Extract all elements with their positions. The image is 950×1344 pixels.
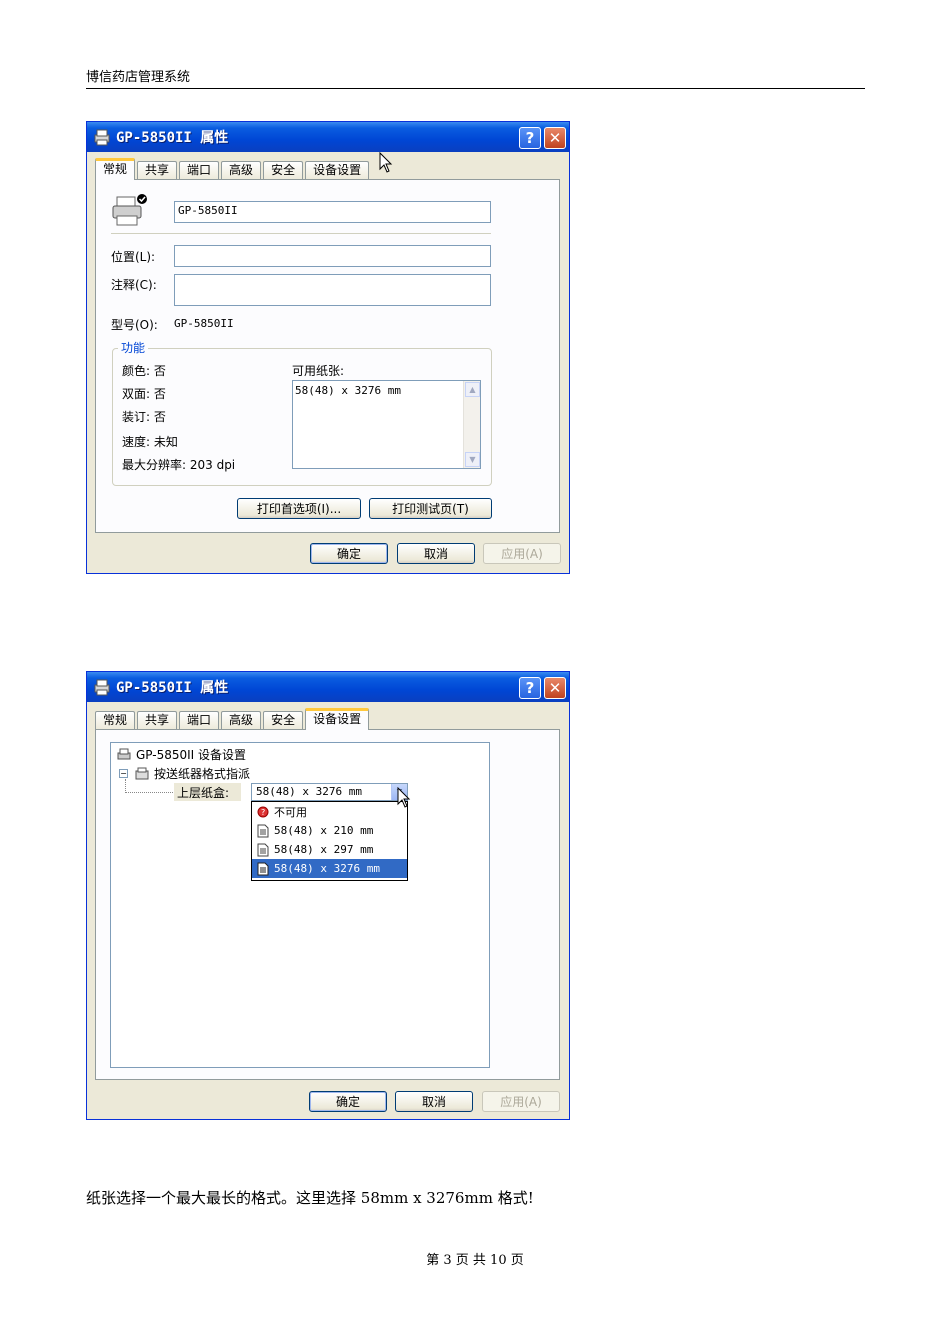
body-paragraph: 纸张选择一个最大最长的格式。这里选择 58mm x 3276mm 格式! — [86, 1189, 534, 1207]
comment-field[interactable] — [174, 274, 491, 306]
paper-listbox[interactable]: 58(48) x 3276 mm ▲ ▼ — [292, 380, 481, 469]
unavailable-icon: ? — [257, 806, 269, 817]
paper-label: 可用纸张: — [292, 364, 345, 378]
printer-properties-window-general: GP-5850II 属性 ? ✕ 常规 共享 端口 高级 安全 设备设置 GP-… — [86, 121, 570, 574]
option-58x3276[interactable]: 58(48) x 3276 mm — [252, 859, 407, 878]
tab-general[interactable]: 常规 — [95, 158, 136, 180]
option-58x297[interactable]: 58(48) x 297 mm — [252, 840, 407, 859]
device-settings-panel: GP-5850II 设备设置 − 按送纸器格式指派 上层纸盒: 58(48) x… — [95, 729, 560, 1080]
tab-device-settings[interactable]: 设备设置 — [305, 161, 370, 180]
document-icon — [257, 862, 269, 875]
printer-icon — [94, 679, 110, 696]
ok-button[interactable]: 确定 — [309, 1091, 387, 1112]
tab-security[interactable]: 安全 — [263, 711, 304, 730]
apply-button[interactable]: 应用(A) — [482, 1091, 560, 1112]
tab-strip: 常规 共享 端口 高级 安全 设备设置 — [95, 158, 371, 180]
ok-button[interactable]: 确定 — [310, 543, 388, 564]
window-title: GP-5850II 属性 — [116, 130, 229, 146]
tab-sharing[interactable]: 共享 — [137, 161, 178, 180]
help-button[interactable]: ? — [519, 127, 541, 149]
location-label: 位置(L): — [111, 250, 156, 264]
document-header: 博信药店管理系统 — [86, 70, 865, 89]
tray-label: 上层纸盒: — [174, 783, 242, 801]
printing-preferences-button[interactable]: 打印首选项(I)... — [237, 498, 361, 519]
tab-advanced[interactable]: 高级 — [221, 711, 262, 730]
option-unavailable[interactable]: ? 不可用 — [252, 802, 407, 821]
printer-name-field[interactable]: GP-5850II — [174, 201, 491, 223]
tree-node-tray-assignment[interactable]: − 按送纸器格式指派 — [119, 765, 250, 782]
features-title: 功能 — [118, 339, 149, 356]
tree-root[interactable]: GP-5850II 设备设置 — [116, 746, 246, 763]
document-icon — [257, 843, 269, 856]
general-tab-panel: GP-5850II 位置(L): 注释(C): 型号(O): GP-5850II… — [95, 179, 560, 533]
feature-staple: 装订: 否 — [122, 410, 166, 424]
model-label: 型号(O): — [111, 318, 158, 332]
tray-combo[interactable]: 58(48) x 3276 mm ▼ — [251, 783, 408, 801]
tab-ports[interactable]: 端口 — [179, 161, 220, 180]
cancel-button[interactable]: 取消 — [395, 1091, 473, 1112]
tab-security[interactable]: 安全 — [263, 161, 304, 180]
tab-ports[interactable]: 端口 — [179, 711, 220, 730]
printer-properties-window-device-settings: GP-5850II 属性 ? ✕ 常规 共享 端口 高级 安全 设备设置 GP-… — [86, 671, 570, 1120]
printer-settings-icon — [117, 748, 131, 759]
printer-icon — [94, 129, 110, 146]
svg-text:?: ? — [261, 808, 266, 817]
paper-item[interactable]: 58(48) x 3276 mm — [295, 384, 401, 397]
tray-dropdown-list[interactable]: ? 不可用 58(48) x 210 mm 58(48) x 297 mm 58… — [251, 801, 408, 881]
tree-root-label: GP-5850II 设备设置 — [136, 748, 247, 762]
comment-label: 注释(C): — [111, 278, 157, 292]
tray-combo-value: 58(48) x 3276 mm — [256, 785, 362, 798]
feature-speed: 速度: 未知 — [122, 435, 178, 449]
feature-resolution: 最大分辨率: 203 dpi — [122, 458, 236, 472]
tab-advanced[interactable]: 高级 — [221, 161, 262, 180]
apply-button[interactable]: 应用(A) — [483, 543, 561, 564]
mouse-cursor-icon — [397, 787, 411, 808]
paper-scrollbar[interactable]: ▲ ▼ — [463, 381, 480, 468]
tab-device-settings[interactable]: 设备设置 — [305, 708, 370, 730]
cancel-button[interactable]: 取消 — [397, 543, 475, 564]
window-title: GP-5850II 属性 — [116, 680, 229, 696]
help-button[interactable]: ? — [519, 677, 541, 699]
tab-strip: 常规 共享 端口 高级 安全 设备设置 — [95, 708, 371, 730]
option-58x210[interactable]: 58(48) x 210 mm — [252, 821, 407, 840]
location-field[interactable] — [174, 245, 491, 267]
printer-large-icon — [112, 194, 147, 226]
feature-duplex: 双面: 否 — [122, 387, 166, 401]
device-settings-tree[interactable]: GP-5850II 设备设置 − 按送纸器格式指派 上层纸盒: 58(48) x… — [110, 742, 490, 1068]
collapse-icon[interactable]: − — [119, 769, 128, 778]
document-icon — [257, 824, 269, 837]
close-button[interactable]: ✕ — [544, 677, 566, 699]
scroll-down-icon[interactable]: ▼ — [465, 452, 480, 467]
title-bar[interactable]: GP-5850II 属性 ? ✕ — [87, 122, 569, 152]
close-button[interactable]: ✕ — [544, 127, 566, 149]
tab-general[interactable]: 常规 — [95, 711, 136, 730]
scroll-up-icon[interactable]: ▲ — [465, 382, 480, 397]
feature-color: 颜色: 否 — [122, 364, 166, 378]
mouse-cursor-icon — [379, 152, 393, 173]
page-footer: 第 3 页 共 10 页 — [426, 1253, 524, 1268]
model-value: GP-5850II — [174, 317, 234, 330]
print-test-page-button[interactable]: 打印测试页(T) — [369, 498, 492, 519]
tree-node-label: 按送纸器格式指派 — [154, 767, 251, 781]
tab-sharing[interactable]: 共享 — [137, 711, 178, 730]
title-bar[interactable]: GP-5850II 属性 ? ✕ — [87, 672, 569, 702]
paper-tray-icon — [135, 767, 149, 779]
